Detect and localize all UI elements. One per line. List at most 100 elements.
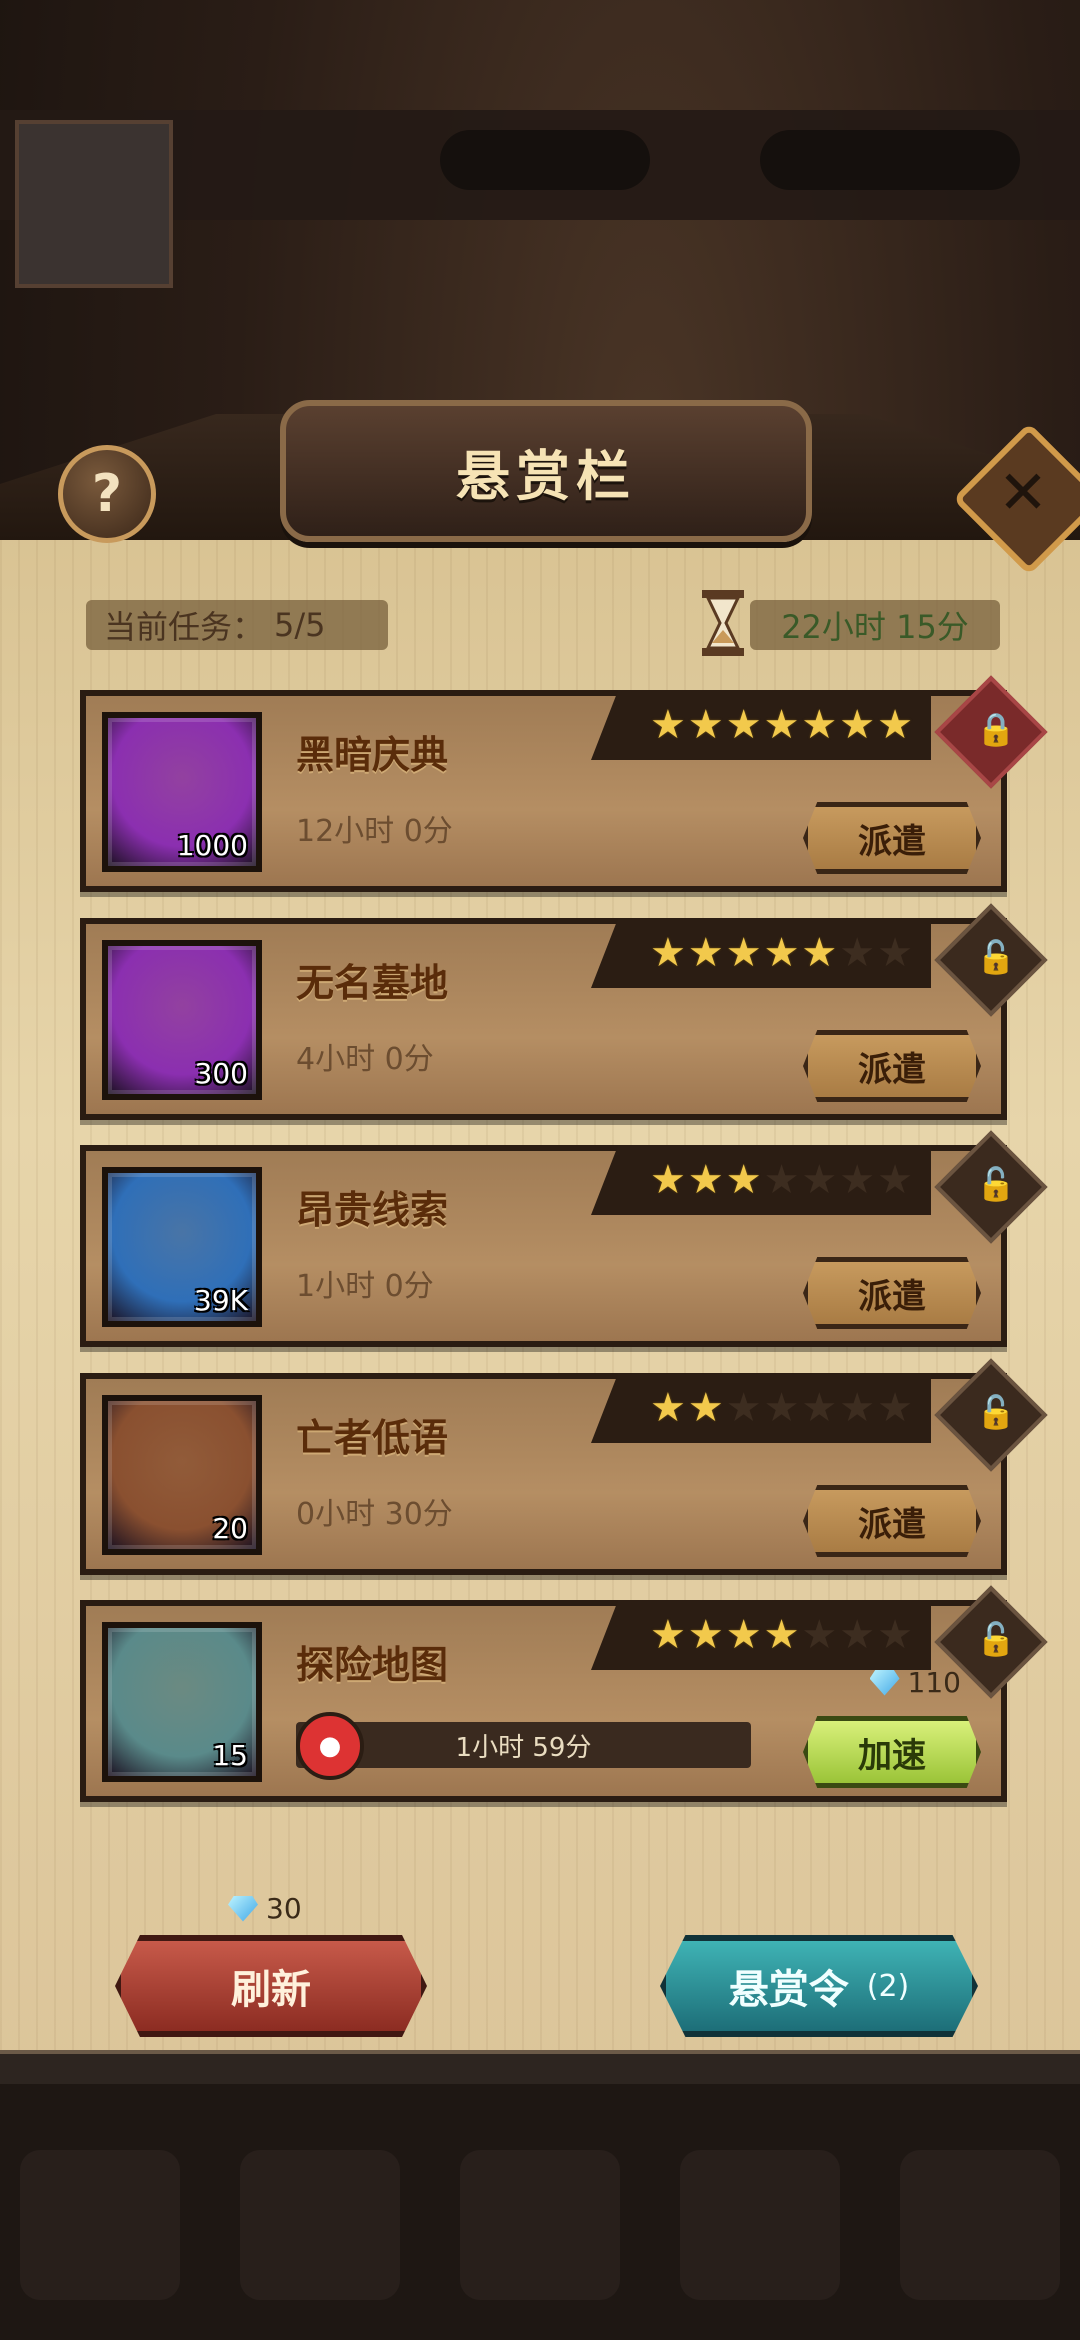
current-task-value: 5/5	[274, 606, 326, 644]
bounty-card: 1000 黑暗庆典 12小时 0分 ★ ★ ★ ★ ★ ★ ★ 🔒 派遣	[80, 675, 1048, 892]
star-icon: ★	[687, 1157, 724, 1203]
help-button[interactable]: ?	[58, 445, 156, 543]
reward-count: 300	[194, 1057, 248, 1090]
star-icon: ★	[687, 1612, 724, 1658]
unlock-icon[interactable]: 🔓	[971, 1387, 1021, 1437]
action-label: 派遣	[858, 1276, 926, 1317]
lock-icon[interactable]: 🔒	[971, 704, 1021, 754]
action-label: 派遣	[858, 1504, 926, 1545]
bounty-name: 昂贵线索	[296, 1188, 449, 1232]
star-icon: ★	[649, 702, 686, 748]
bounty-duration: 12小时 0分	[296, 814, 453, 849]
hourglass-icon	[702, 590, 744, 656]
speed-cost: 110	[869, 1666, 961, 1699]
star-icon: ★	[801, 1612, 838, 1658]
close-icon[interactable]: ✕	[975, 445, 1071, 541]
reward-count: 15	[212, 1739, 248, 1772]
star-icon: ★	[801, 702, 838, 748]
dispatch-button[interactable]: 派遣	[803, 1485, 981, 1557]
gem-icon	[869, 1669, 900, 1696]
nav-item-1	[20, 2150, 180, 2300]
bounty-name: 无名墓地	[296, 961, 449, 1005]
bounty-name: 黑暗庆典	[296, 733, 449, 777]
gold-resource	[440, 130, 650, 190]
refresh-cost-value: 30	[266, 1892, 302, 1925]
bounty-card: 39K 昂贵线索 1小时 0分 ★ ★ ★ ★ ★ ★ ★ 🔓 派遣	[80, 1130, 1048, 1347]
star-icon: ★	[839, 1385, 876, 1431]
bounty-name: 亡者低语	[296, 1416, 449, 1460]
reward-item-icon[interactable]: 15	[102, 1622, 262, 1782]
refresh-timer-text: 22小时 15分	[781, 608, 969, 646]
star-icon: ★	[763, 930, 800, 976]
bounty-card: 300 无名墓地 4小时 0分 ★ ★ ★ ★ ★ ★ ★ 🔓 派遣	[80, 903, 1048, 1120]
reward-count: 39K	[194, 1284, 248, 1317]
star-icon: ★	[839, 930, 876, 976]
star-icon: ★	[877, 930, 913, 976]
star-icon: ★	[687, 702, 724, 748]
question-icon: ?	[91, 464, 123, 524]
nav-item-2	[240, 2150, 400, 2300]
current-task-box: 当前任务： 5/5	[86, 600, 388, 650]
bounty-duration: 0小时 30分	[296, 1497, 453, 1532]
current-task-label: 当前任务：	[104, 608, 265, 646]
star-icon: ★	[839, 1157, 876, 1203]
star-rating: ★ ★ ★ ★ ★ ★ ★	[591, 690, 931, 760]
reward-count: 20	[212, 1512, 248, 1545]
speed-cost-value: 110	[907, 1666, 961, 1699]
bounty-progress-text: 1小时 59分	[455, 1732, 592, 1763]
refresh-cost: 30	[228, 1892, 302, 1925]
star-icon: ★	[877, 1612, 913, 1658]
star-icon: ★	[725, 1157, 762, 1203]
bounty-progress: 1小时 59分	[296, 1722, 751, 1768]
bounty-token-label: 悬赏令	[728, 1967, 849, 2013]
star-icon: ★	[763, 1385, 800, 1431]
star-rating: ★ ★ ★ ★ ★ ★ ★	[591, 1373, 931, 1443]
panel-bottom-edge	[0, 2050, 1080, 2084]
refresh-button[interactable]: 刷新	[115, 1935, 427, 2037]
unlock-icon[interactable]: 🔓	[971, 932, 1021, 982]
reward-item-icon[interactable]: 20	[102, 1395, 262, 1555]
player-avatar	[15, 120, 173, 288]
star-icon: ★	[725, 1612, 762, 1658]
star-icon: ★	[763, 1612, 800, 1658]
action-label: 加速	[858, 1735, 926, 1776]
star-icon: ★	[763, 702, 800, 748]
star-rating: ★ ★ ★ ★ ★ ★ ★	[591, 1600, 931, 1670]
star-icon: ★	[687, 1385, 724, 1431]
bounty-duration: 4小时 0分	[296, 1042, 434, 1077]
star-icon: ★	[801, 1157, 838, 1203]
star-icon: ★	[649, 1612, 686, 1658]
dispatch-button[interactable]: 派遣	[803, 1030, 981, 1102]
nav-item-3	[460, 2150, 620, 2300]
dispatch-button[interactable]: 派遣	[803, 802, 981, 874]
bounty-card: 15 探险地图 1小时 59分 ● ★ ★ ★ ★ ★ ★ ★ 🔓 110 加速	[80, 1585, 1048, 1802]
unlock-icon[interactable]: 🔓	[971, 1159, 1021, 1209]
reward-item-icon[interactable]: 1000	[102, 712, 262, 872]
speed-up-button[interactable]: 加速	[803, 1716, 981, 1788]
star-icon: ★	[687, 930, 724, 976]
star-icon: ★	[649, 930, 686, 976]
star-icon: ★	[649, 1157, 686, 1203]
reward-count: 1000	[176, 829, 248, 862]
star-icon: ★	[801, 1385, 838, 1431]
action-label: 派遣	[858, 821, 926, 862]
refresh-label: 刷新	[231, 1967, 311, 2013]
title-plaque: 悬赏栏	[280, 400, 812, 542]
page-title: 悬赏栏	[456, 444, 636, 508]
star-icon: ★	[877, 1385, 913, 1431]
bounty-token-button[interactable]: 悬赏令 (2)	[660, 1935, 978, 2037]
dispatch-button[interactable]: 派遣	[803, 1257, 981, 1329]
reward-item-icon[interactable]: 300	[102, 940, 262, 1100]
star-icon: ★	[801, 930, 838, 976]
star-icon: ★	[877, 1157, 913, 1203]
bounty-duration: 1小时 0分	[296, 1269, 434, 1304]
star-icon: ★	[763, 1157, 800, 1203]
action-label: 派遣	[858, 1049, 926, 1090]
star-icon: ★	[649, 1385, 686, 1431]
bounty-token-count: (2)	[866, 1968, 910, 2004]
unlock-icon[interactable]: 🔓	[971, 1614, 1021, 1664]
gem-resource	[760, 130, 1020, 190]
star-icon: ★	[877, 702, 913, 748]
star-icon: ★	[839, 1612, 876, 1658]
reward-item-icon[interactable]: 39K	[102, 1167, 262, 1327]
